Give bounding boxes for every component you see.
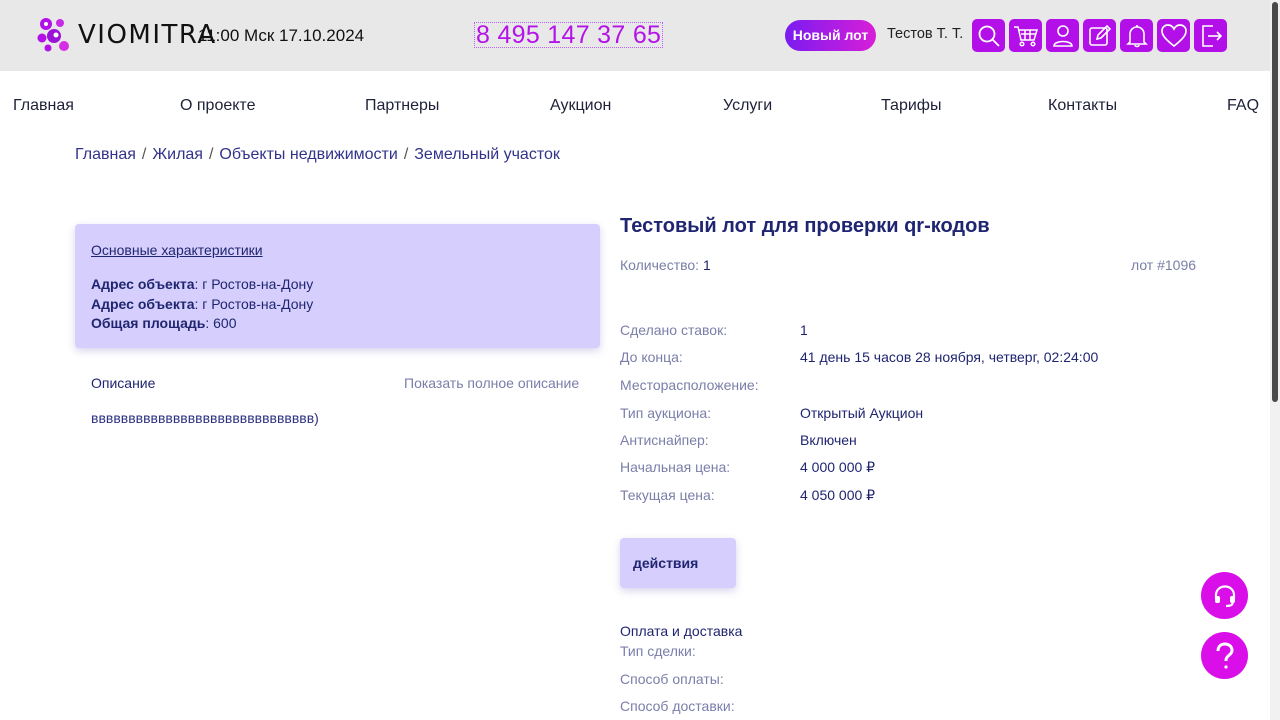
antisniper-value: Включен (800, 432, 857, 448)
profile-button[interactable] (1046, 19, 1079, 52)
notifications-button[interactable] (1120, 19, 1153, 52)
characteristic-row: Общая площадь: 600 (91, 315, 237, 331)
help-button[interactable] (1201, 632, 1248, 679)
phone-link[interactable]: 8 495 147 37 65 (474, 22, 664, 48)
characteristic-label: Адрес объекта (91, 276, 195, 292)
characteristic-value: : г Ростов-на-Дону (194, 276, 314, 292)
user-icon (1052, 24, 1073, 47)
lot-title: Тестовый лот для проверки qr-кодов (620, 215, 990, 237)
logout-button[interactable] (1194, 19, 1227, 52)
characteristic-value: : г Ростов-на-Дону (194, 296, 314, 312)
bids-value: 1 (800, 322, 808, 338)
bids-label: Сделано ставок: (620, 322, 728, 338)
edit-button[interactable] (1083, 19, 1116, 52)
quantity: Количество: 1 (620, 257, 711, 273)
nav-item-about[interactable]: О проекте (180, 97, 255, 115)
show-full-description-link[interactable]: Показать полное описание (404, 375, 579, 391)
logout-icon (1201, 24, 1222, 47)
characteristic-row: Адрес объекта: г Ростов-на-Дону (91, 276, 313, 292)
new-lot-button[interactable]: Новый лот (785, 20, 876, 51)
nav-item-partners[interactable]: Партнеры (365, 97, 439, 115)
characteristic-value: : 600 (205, 315, 237, 331)
nav-item-home[interactable]: Главная (13, 97, 74, 115)
breadcrumb-separator: / (141, 146, 147, 163)
edit-icon (1088, 24, 1111, 46)
characteristic-label: Общая площадь (91, 315, 206, 331)
current-price-value: 4 050 000 ₽ (800, 487, 876, 503)
start-price-label: Начальная цена: (620, 459, 731, 475)
auction-type-label: Тип аукциона: (620, 405, 712, 421)
cart-button[interactable] (1009, 19, 1042, 52)
description-text: вввввввввввввввввввввввввввввв) (91, 410, 319, 426)
user-name[interactable]: Тестов Т. Т. (887, 26, 963, 42)
favorites-button[interactable] (1157, 19, 1190, 52)
page: VIOMITRA 11:00 Мск 17.10.2024 8 495 147 … (0, 0, 1280, 720)
deal-type-label: Тип сделки: (620, 643, 696, 659)
antisniper-label: Антиснайпер: (620, 432, 709, 448)
breadcrumb-item[interactable]: Жилая (152, 146, 203, 164)
breadcrumb-item[interactable]: Объекты недвижимости (219, 146, 397, 164)
bell-icon (1125, 24, 1148, 47)
scrollbar[interactable] (1270, 0, 1280, 720)
datetime: 11:00 Мск 17.10.2024 (198, 26, 365, 45)
start-price-value: 4 000 000 ₽ (800, 459, 876, 475)
characteristics-card: Основные характеристики Адрес объекта: г… (75, 224, 600, 348)
logo-text: VIOMITRA (78, 20, 217, 50)
actions-button[interactable]: действия (620, 538, 736, 588)
auction-type-value: Открытый Аукцион (800, 405, 924, 421)
cart-icon (1013, 25, 1038, 47)
logo-bubbles-icon (37, 18, 69, 52)
nav-item-services[interactable]: Услуги (723, 97, 772, 115)
characteristic-label: Адрес объекта (91, 296, 195, 312)
breadcrumb-item[interactable]: Главная (75, 146, 136, 164)
time-left-label: До конца: (620, 349, 683, 365)
heart-icon (1160, 23, 1187, 47)
current-price-label: Текущая цена: (620, 487, 715, 503)
payment-delivery-title: Оплата и доставка (620, 623, 743, 639)
question-icon (1216, 641, 1234, 669)
scrollbar-thumb[interactable] (1272, 2, 1278, 402)
location-label: Месторасположение: (620, 377, 759, 393)
nav-item-tariffs[interactable]: Тарифы (881, 97, 941, 115)
nav-item-contacts[interactable]: Контакты (1048, 97, 1117, 115)
header: VIOMITRA 11:00 Мск 17.10.2024 8 495 147 … (0, 0, 1270, 71)
nav-item-faq[interactable]: FAQ (1227, 97, 1259, 115)
description-title: Описание (91, 375, 156, 391)
delivery-method-label: Способ доставки: (620, 698, 735, 714)
payment-method-label: Способ оплаты: (620, 671, 724, 687)
search-icon (978, 25, 1000, 47)
breadcrumb: Главная / Жилая / Объекты недвижимости /… (75, 146, 560, 164)
breadcrumb-item[interactable]: Земельный участок (414, 146, 560, 164)
quantity-value: 1 (702, 257, 711, 273)
nav-item-auction[interactable]: Аукцион (550, 97, 611, 115)
characteristic-row: Адрес объекта: г Ростов-на-Дону (91, 296, 313, 312)
search-button[interactable] (972, 19, 1005, 52)
logo[interactable]: VIOMITRA (36, 16, 217, 54)
support-button[interactable] (1201, 572, 1248, 619)
lot-number: лот #1096 (1131, 257, 1197, 273)
quantity-label: Количество: (620, 257, 700, 273)
breadcrumb-separator: / (403, 146, 409, 163)
characteristics-title[interactable]: Основные характеристики (91, 242, 263, 258)
headset-icon (1214, 584, 1235, 607)
time-left-value: 41 день 15 часов 28 ноября, четверг, 02:… (800, 349, 1099, 365)
breadcrumb-separator: / (208, 146, 214, 163)
